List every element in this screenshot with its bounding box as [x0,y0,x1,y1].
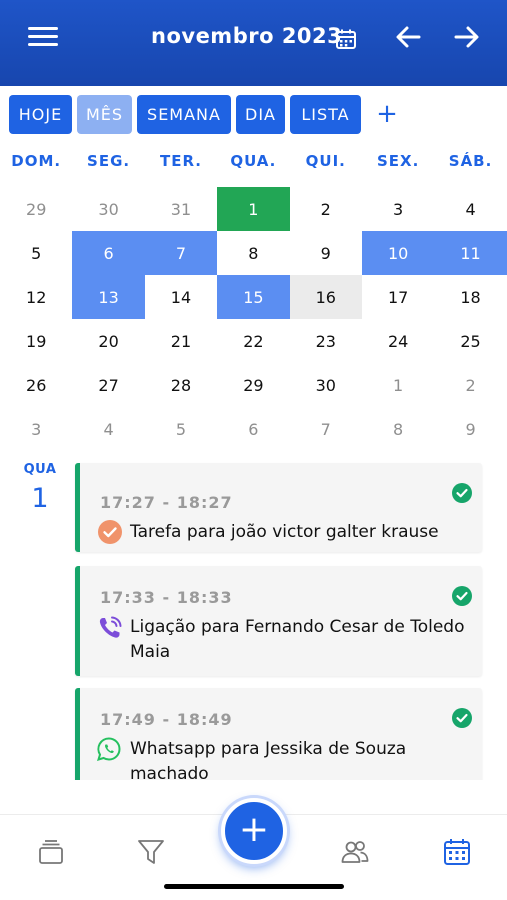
calendar-week: 29 30 31 1 2 3 4 [0,187,507,231]
tab-mes[interactable]: MÊS [77,95,132,134]
tab-semana[interactable]: SEMANA [137,95,231,134]
event-time: 17:49 - 18:49 [100,710,233,729]
calendar-day[interactable]: 26 [0,363,72,407]
calendar-day[interactable]: 8 [217,231,289,275]
event-card[interactable]: 17:49 - 18:49 Whatsapp para Jessika de S… [75,688,482,780]
done-check-icon [452,708,472,728]
calendar-day[interactable]: 24 [362,319,434,363]
next-month-arrow-icon[interactable] [449,20,483,54]
calendar-icon[interactable] [442,837,472,867]
calendar-day[interactable]: 2 [290,187,362,231]
calendar-day[interactable]: 25 [434,319,506,363]
calendar-week: 12 13 14 15 16 17 18 [0,275,507,319]
calendar-picker-icon[interactable] [335,28,357,50]
calendar-day[interactable]: 9 [290,231,362,275]
inbox-tray-icon[interactable] [36,837,66,867]
add-view-button[interactable]: + [374,100,400,128]
calendar-day-highlighted[interactable]: 13 [72,275,145,319]
event-title: Ligação para Fernando Cesar de Toledo Ma… [130,617,465,662]
calendar-day[interactable]: 21 [145,319,217,363]
calendar-day[interactable]: 17 [362,275,434,319]
month-title[interactable]: novembro 2023 [151,24,342,48]
event-list: 17:27 - 18:27 Tarefa para joão victor ga… [0,455,507,780]
calendar-day-highlighted[interactable]: 15 [217,275,290,319]
event-title: Whatsapp para Jessika de Souza machado [130,739,407,780]
weekday-label: QUI. [305,152,346,170]
calendar-day-highlighted[interactable]: 7 [144,231,218,275]
calendar-day[interactable]: 5 [145,407,217,451]
calendar-day[interactable]: 19 [0,319,72,363]
calendar-day[interactable]: 4 [72,407,144,451]
calendar-day[interactable]: 4 [434,187,506,231]
calendar-day-highlighted[interactable]: 10 [361,231,435,275]
calendar-day[interactable]: 12 [0,275,72,319]
tab-dia[interactable]: DIA [236,95,285,134]
weekday-label: SEG. [87,152,131,170]
calendar-day[interactable]: 8 [362,407,434,451]
calendar-day[interactable]: 5 [0,231,72,275]
home-indicator [164,884,344,889]
calendar-day[interactable]: 30 [290,363,362,407]
calendar-week: 19 20 21 22 23 24 25 [0,319,507,363]
calendar-day[interactable]: 29 [217,363,289,407]
event-time: 17:27 - 18:27 [100,493,233,512]
event-title: Tarefa para joão victor galter krause [130,522,439,542]
calendar-day[interactable]: 20 [72,319,144,363]
calendar-day[interactable]: 9 [434,407,506,451]
app-header: novembro 2023 [0,0,507,86]
done-check-icon [452,483,472,503]
weekday-label: SÁB. [448,152,493,170]
calendar-day-today[interactable]: 1 [217,187,290,231]
calendar-day[interactable]: 7 [290,407,362,451]
done-check-icon [452,586,472,606]
add-event-button[interactable]: + [221,798,287,864]
tab-hoje[interactable]: HOJE [9,95,72,134]
calendar-day[interactable]: 27 [72,363,144,407]
calendar-day[interactable]: 1 [362,363,434,407]
view-tabs: HOJE MÊS SEMANA DIA LISTA [9,95,361,134]
event-time: 17:33 - 18:33 [100,588,233,607]
calendar-day[interactable]: 31 [145,187,217,231]
calendar-day[interactable]: 30 [72,187,144,231]
previous-month-arrow-icon[interactable] [392,20,426,54]
event-card[interactable]: 17:33 - 18:33 Ligação para Fernando Cesa… [75,566,482,676]
event-card[interactable]: 17:27 - 18:27 Tarefa para joão victor ga… [75,463,482,552]
calendar-day[interactable]: 14 [145,275,217,319]
calendar-week: 5 6 7 8 9 10 11 [0,231,507,275]
calendar-day[interactable]: 2 [434,363,506,407]
calendar-day[interactable]: 18 [434,275,506,319]
calendar-day[interactable]: 22 [217,319,289,363]
calendar-day-current[interactable]: 16 [289,275,362,319]
calendar-day[interactable]: 3 [0,407,72,451]
calendar-week: 26 27 28 29 30 1 2 [0,363,507,407]
calendar-day-highlighted[interactable]: 11 [434,231,507,275]
weekday-label: DOM. [11,152,62,170]
plus-icon: + [238,809,270,850]
calendar-day[interactable]: 3 [362,187,434,231]
weekday-label: QUA. [230,152,277,170]
tab-lista[interactable]: LISTA [290,95,361,134]
calendar-day[interactable]: 6 [217,407,289,451]
task-check-icon [98,520,122,544]
weekday-label: SEX. [376,152,420,170]
phone-call-icon [99,616,122,638]
people-icon[interactable] [340,837,370,867]
calendar-day-highlighted[interactable]: 6 [72,231,145,275]
calendar-day[interactable]: 28 [145,363,217,407]
weekday-header: DOM. SEG. TER. QUA. QUI. SEX. SÁB. [0,152,507,170]
filter-funnel-icon[interactable] [136,837,166,867]
menu-icon[interactable] [28,27,58,47]
weekday-label: TER. [159,152,202,170]
calendar-day[interactable]: 29 [0,187,72,231]
calendar-day[interactable]: 23 [290,319,362,363]
calendar-grid: 29 30 31 1 2 3 4 5 6 7 8 9 10 11 12 13 1… [0,187,507,451]
calendar-week: 3 4 5 6 7 8 9 [0,407,507,451]
whatsapp-icon [97,737,121,761]
